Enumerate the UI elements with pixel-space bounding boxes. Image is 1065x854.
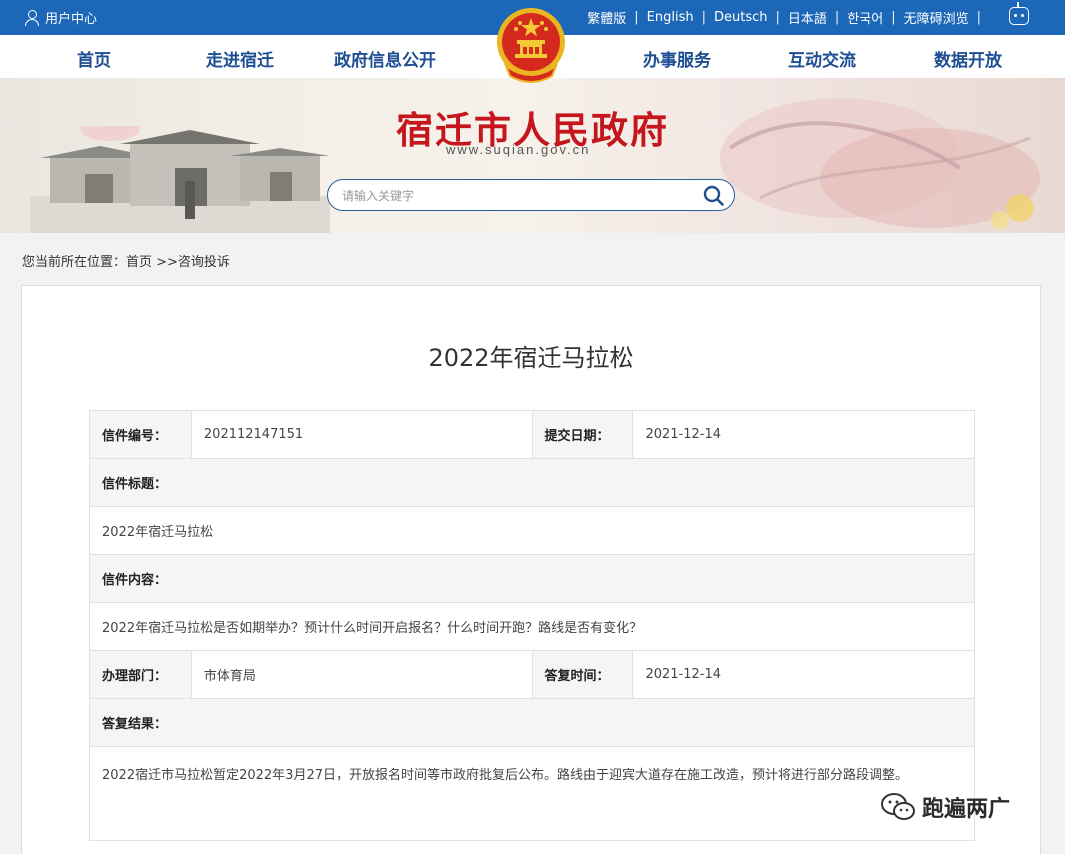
subject-label: 信件标题： xyxy=(89,458,975,507)
table-row: 答复结果： xyxy=(89,698,975,747)
user-icon xyxy=(24,9,40,26)
nav-home[interactable]: 首页 xyxy=(77,46,111,71)
nav-about-suqian[interactable]: 走进宿迁 xyxy=(206,46,274,71)
letter-table: 信件编号： 202112147151 提交日期： 2021-12-14 信件标题… xyxy=(89,410,975,841)
search-input[interactable] xyxy=(342,186,702,206)
submit-date-value: 2021-12-14 xyxy=(632,410,975,459)
watermark-text: 跑遍两广 xyxy=(922,797,1011,822)
separator: | xyxy=(775,10,780,25)
table-row: 信件标题： xyxy=(89,458,975,507)
lang-traditional-chinese[interactable]: 繁體版 xyxy=(587,8,626,27)
watermark: 跑遍两广 xyxy=(880,791,1010,823)
submit-date-label: 提交日期： xyxy=(531,410,634,459)
content-value: 2022年宿迁马拉松是否如期举办？预计什么时间开启报名？什么时间开跑？路线是否有… xyxy=(89,602,975,651)
subject-value: 2022年宿迁马拉松 xyxy=(89,506,975,555)
table-row: 2022宿迁市马拉松暂定2022年3月27日，开放报名时间等市政府批复后公布。路… xyxy=(89,746,975,841)
breadcrumb: 您当前所在位置：首页 >>咨询投诉 xyxy=(22,255,230,270)
user-center-link[interactable]: 用户中心 xyxy=(24,8,97,27)
table-row: 2022年宿迁马拉松是否如期举办？预计什么时间开启报名？什么时间开跑？路线是否有… xyxy=(89,602,975,651)
dept-value: 市体育局 xyxy=(190,650,533,699)
page-title: 2022年宿迁马拉松 xyxy=(428,344,634,372)
user-center-label: 用户中心 xyxy=(45,12,98,27)
city-gate-illustration xyxy=(30,126,330,233)
table-row: 办理部门： 市体育局 答复时间： 2021-12-14 xyxy=(89,650,975,699)
separator: | xyxy=(834,10,840,25)
content-label: 信件内容： xyxy=(89,554,975,603)
lang-korean[interactable]: 한국어 xyxy=(847,8,883,27)
nav-services[interactable]: 办事服务 xyxy=(643,46,711,71)
reply-time-value: 2021-12-14 xyxy=(632,650,975,699)
lang-english[interactable]: English xyxy=(647,10,694,25)
national-emblem-icon xyxy=(497,8,565,83)
lang-german[interactable]: Deutsch xyxy=(714,10,768,25)
reply-time-label: 答复时间： xyxy=(531,650,634,699)
number-label: 信件编号： xyxy=(89,410,192,459)
separator: | xyxy=(891,10,896,25)
accessibility-link[interactable]: 无障碍浏览 xyxy=(904,8,969,27)
nav-gov-info[interactable]: 政府信息公开 xyxy=(334,46,436,71)
number-value: 202112147151 xyxy=(190,410,533,459)
site-banner: 宿迁市人民政府 www.suqian.gov.cn xyxy=(0,78,1065,233)
language-links: 繁體版 | English | Deutsch | 日本語 | 한국어 | 无障… xyxy=(587,8,989,27)
nav-open-data[interactable]: 数据开放 xyxy=(934,46,1002,71)
separator: | xyxy=(976,10,981,25)
wechat-icon xyxy=(881,793,915,820)
search-box xyxy=(327,179,735,211)
result-value: 2022宿迁市马拉松暂定2022年3月27日，开放报名时间等市政府批复后公布。路… xyxy=(89,746,975,841)
site-url: www.suqian.gov.cn xyxy=(446,142,591,157)
separator: | xyxy=(634,10,639,25)
table-row: 信件编号： 202112147151 提交日期： 2021-12-14 xyxy=(89,410,975,459)
table-row: 2022年宿迁马拉松 xyxy=(89,506,975,555)
table-row: 信件内容： xyxy=(89,554,975,603)
dept-label: 办理部门： xyxy=(89,650,192,699)
nav-interaction[interactable]: 互动交流 xyxy=(788,46,856,71)
robot-assistant-icon[interactable] xyxy=(1009,2,1029,25)
search-icon[interactable] xyxy=(703,185,724,206)
decorative-art xyxy=(720,98,1040,229)
result-label: 答复结果： xyxy=(89,698,975,747)
lang-japanese[interactable]: 日本語 xyxy=(788,8,827,27)
separator: | xyxy=(701,10,706,25)
letter-card: 2022年宿迁马拉松 信件编号： 202112147151 提交日期： 2021… xyxy=(21,285,1041,854)
